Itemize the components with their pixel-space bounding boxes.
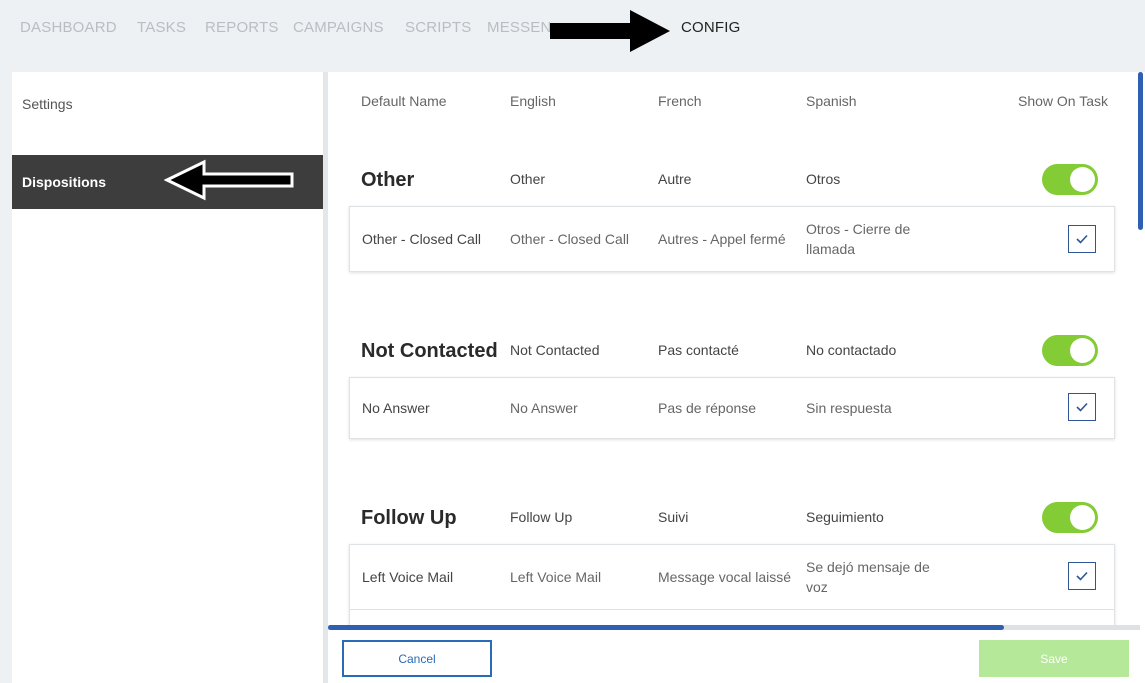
- left-arrow-annotation-icon: [164, 159, 294, 201]
- group-french: Autre: [658, 171, 692, 187]
- group-show-toggle[interactable]: [1042, 335, 1098, 366]
- right-arrow-annotation-icon: [550, 10, 670, 52]
- table-row: Other - Closed Call Other - Closed Call …: [349, 206, 1115, 272]
- row-spanish: Otros - Cierre de llamada: [806, 221, 911, 257]
- nav-tasks[interactable]: TASKS: [137, 19, 186, 36]
- group-english: Not Contacted: [510, 342, 600, 358]
- group-english: Other: [510, 171, 546, 187]
- show-on-task-checkbox[interactable]: [1068, 225, 1096, 253]
- show-on-task-checkbox[interactable]: [1068, 393, 1096, 421]
- row-spanish: Se dejó mensaje de voz: [806, 559, 930, 595]
- toggle-knob: [1070, 167, 1095, 192]
- nav-dashboard[interactable]: DASHBOARD: [20, 19, 117, 36]
- sidebar-item-label: Settings: [22, 96, 73, 112]
- header-spanish: Spanish: [806, 93, 857, 109]
- row-default-name: No Answer: [362, 400, 430, 416]
- row-default-name: Left Voice Mail: [362, 569, 454, 585]
- footer-actions: Cancel Save: [328, 630, 1145, 683]
- row-french: Pas de réponse: [658, 400, 757, 416]
- header-english: English: [510, 93, 556, 109]
- toggle-knob: [1070, 505, 1095, 530]
- vertical-scrollbar[interactable]: [1138, 72, 1143, 230]
- row-default-name: Other - Closed Call: [362, 231, 482, 247]
- nav-campaigns[interactable]: CAMPAIGNS: [293, 19, 384, 36]
- sidebar: Settings Dispositions: [12, 72, 323, 683]
- row-english: Left Voice Mail: [510, 569, 602, 585]
- row-spanish: Sin respuesta: [806, 400, 892, 416]
- group-title: Follow Up: [361, 507, 457, 529]
- row-french: Autres - Appel fermé: [658, 231, 786, 247]
- group-french: Suivi: [658, 509, 689, 525]
- group-spanish: No contactado: [806, 342, 897, 358]
- toggle-knob: [1070, 338, 1095, 363]
- header-french: French: [658, 93, 702, 109]
- row-divider: [350, 609, 1114, 610]
- nav-messenger[interactable]: MESSEN: [487, 19, 552, 36]
- group-title: Not Contacted: [361, 340, 498, 362]
- checkmark-icon: [1076, 571, 1088, 581]
- row-english: No Answer: [510, 400, 578, 416]
- table-row: No Answer No Answer Pas de réponse Sin r…: [349, 377, 1115, 439]
- show-on-task-checkbox[interactable]: [1068, 562, 1096, 590]
- top-nav: DASHBOARD TASKS REPORTS CAMPAIGNS SCRIPT…: [0, 0, 1145, 58]
- sidebar-item-settings[interactable]: Settings: [12, 77, 323, 131]
- checkmark-icon: [1076, 234, 1088, 244]
- sidebar-item-label: Dispositions: [22, 174, 107, 190]
- group-title: Other: [361, 169, 415, 191]
- group-english: Follow Up: [510, 509, 573, 525]
- cancel-button[interactable]: Cancel: [342, 640, 492, 677]
- group-spanish: Seguimiento: [806, 509, 884, 525]
- group-french: Pas contacté: [658, 342, 739, 358]
- row-french: Message vocal laissé: [658, 569, 792, 585]
- checkmark-icon: [1076, 402, 1088, 412]
- nav-config[interactable]: CONFIG: [681, 19, 741, 36]
- row-english: Other - Closed Call: [510, 231, 630, 247]
- group-show-toggle[interactable]: [1042, 502, 1098, 533]
- nav-scripts[interactable]: SCRIPTS: [405, 19, 471, 36]
- nav-reports[interactable]: REPORTS: [205, 19, 279, 36]
- dispositions-panel: Default Name English French Spanish Show…: [328, 72, 1145, 683]
- group-spanish: Otros: [806, 171, 841, 187]
- save-button[interactable]: Save: [979, 640, 1129, 677]
- header-show-on-task: Show On Task: [1018, 93, 1109, 109]
- group-show-toggle[interactable]: [1042, 164, 1098, 195]
- header-default-name: Default Name: [361, 93, 447, 109]
